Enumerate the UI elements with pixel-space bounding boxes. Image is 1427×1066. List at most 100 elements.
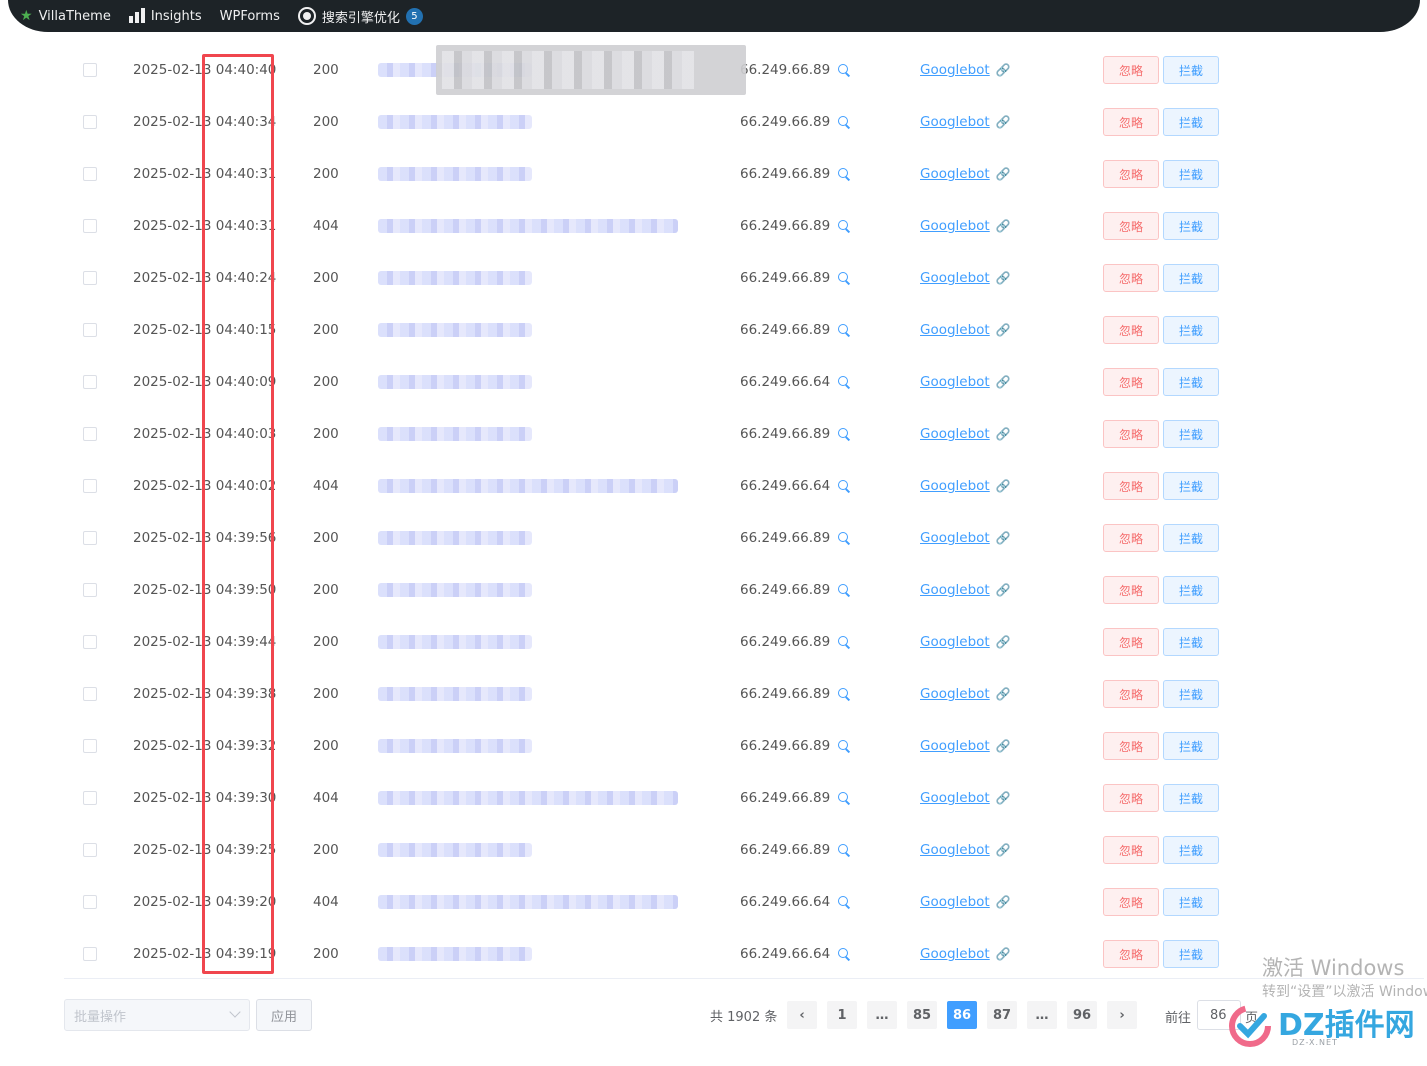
row-checkbox[interactable]	[83, 635, 97, 649]
search-icon[interactable]	[838, 584, 850, 596]
adminbar-wpforms[interactable]: WPForms	[220, 9, 280, 24]
page-button[interactable]: 1	[827, 1001, 857, 1029]
next-page-button[interactable]: ›	[1107, 1001, 1137, 1029]
external-link-icon[interactable]: 🔗	[996, 115, 1011, 129]
ignore-button[interactable]: 忽略	[1103, 264, 1159, 292]
ignore-button[interactable]: 忽略	[1103, 368, 1159, 396]
ignore-button[interactable]: 忽略	[1103, 472, 1159, 500]
page-ellipsis-next[interactable]: …	[1027, 1001, 1057, 1029]
block-button[interactable]: 拦截	[1163, 212, 1219, 240]
search-icon[interactable]	[838, 636, 850, 648]
row-bot-link[interactable]: Googlebot	[920, 634, 990, 650]
row-bot-link[interactable]: Googlebot	[920, 114, 990, 130]
ignore-button[interactable]: 忽略	[1103, 212, 1159, 240]
row-bot-link[interactable]: Googlebot	[920, 946, 990, 962]
apply-button[interactable]: 应用	[256, 999, 312, 1031]
ignore-button[interactable]: 忽略	[1103, 732, 1159, 760]
external-link-icon[interactable]: 🔗	[996, 427, 1011, 441]
row-checkbox[interactable]	[83, 63, 97, 77]
row-bot-link[interactable]: Googlebot	[920, 62, 990, 78]
external-link-icon[interactable]: 🔗	[996, 375, 1011, 389]
ignore-button[interactable]: 忽略	[1103, 420, 1159, 448]
block-button[interactable]: 拦截	[1163, 524, 1219, 552]
external-link-icon[interactable]: 🔗	[996, 791, 1011, 805]
row-checkbox[interactable]	[83, 739, 97, 753]
row-checkbox[interactable]	[83, 479, 97, 493]
block-button[interactable]: 拦截	[1163, 368, 1219, 396]
row-bot-link[interactable]: Googlebot	[920, 738, 990, 754]
row-checkbox[interactable]	[83, 271, 97, 285]
page-button[interactable]: 87	[987, 1001, 1017, 1029]
ignore-button[interactable]: 忽略	[1103, 836, 1159, 864]
block-button[interactable]: 拦截	[1163, 56, 1219, 84]
ignore-button[interactable]: 忽略	[1103, 316, 1159, 344]
ignore-button[interactable]: 忽略	[1103, 524, 1159, 552]
external-link-icon[interactable]: 🔗	[996, 583, 1011, 597]
ignore-button[interactable]: 忽略	[1103, 784, 1159, 812]
row-checkbox[interactable]	[83, 167, 97, 181]
row-bot-link[interactable]: Googlebot	[920, 166, 990, 182]
row-bot-link[interactable]: Googlebot	[920, 582, 990, 598]
search-icon[interactable]	[838, 324, 850, 336]
row-checkbox[interactable]	[83, 531, 97, 545]
ignore-button[interactable]: 忽略	[1103, 680, 1159, 708]
row-checkbox[interactable]	[83, 427, 97, 441]
row-bot-link[interactable]: Googlebot	[920, 686, 990, 702]
block-button[interactable]: 拦截	[1163, 732, 1219, 760]
adminbar-villatheme[interactable]: ★ VillaTheme	[20, 8, 111, 24]
page-button-current[interactable]: 86	[947, 1001, 977, 1029]
row-checkbox[interactable]	[83, 687, 97, 701]
ignore-button[interactable]: 忽略	[1103, 576, 1159, 604]
search-icon[interactable]	[838, 688, 850, 700]
row-bot-link[interactable]: Googlebot	[920, 530, 990, 546]
block-button[interactable]: 拦截	[1163, 888, 1219, 916]
row-checkbox[interactable]	[83, 219, 97, 233]
external-link-icon[interactable]: 🔗	[996, 323, 1011, 337]
row-bot-link[interactable]: Googlebot	[920, 894, 990, 910]
external-link-icon[interactable]: 🔗	[996, 635, 1011, 649]
external-link-icon[interactable]: 🔗	[996, 843, 1011, 857]
block-button[interactable]: 拦截	[1163, 836, 1219, 864]
row-bot-link[interactable]: Googlebot	[920, 322, 990, 338]
ignore-button[interactable]: 忽略	[1103, 628, 1159, 656]
row-checkbox[interactable]	[83, 583, 97, 597]
search-icon[interactable]	[838, 64, 850, 76]
ignore-button[interactable]: 忽略	[1103, 108, 1159, 136]
external-link-icon[interactable]: 🔗	[996, 271, 1011, 285]
search-icon[interactable]	[838, 220, 850, 232]
block-button[interactable]: 拦截	[1163, 576, 1219, 604]
block-button[interactable]: 拦截	[1163, 108, 1219, 136]
block-button[interactable]: 拦截	[1163, 316, 1219, 344]
row-bot-link[interactable]: Googlebot	[920, 790, 990, 806]
row-bot-link[interactable]: Googlebot	[920, 218, 990, 234]
external-link-icon[interactable]: 🔗	[996, 739, 1011, 753]
row-bot-link[interactable]: Googlebot	[920, 374, 990, 390]
external-link-icon[interactable]: 🔗	[996, 947, 1011, 961]
search-icon[interactable]	[838, 272, 850, 284]
row-checkbox[interactable]	[83, 323, 97, 337]
search-icon[interactable]	[838, 532, 850, 544]
block-button[interactable]: 拦截	[1163, 264, 1219, 292]
page-button[interactable]: 85	[907, 1001, 937, 1029]
external-link-icon[interactable]: 🔗	[996, 479, 1011, 493]
row-checkbox[interactable]	[83, 843, 97, 857]
row-bot-link[interactable]: Googlebot	[920, 426, 990, 442]
external-link-icon[interactable]: 🔗	[996, 531, 1011, 545]
row-bot-link[interactable]: Googlebot	[920, 842, 990, 858]
search-icon[interactable]	[838, 844, 850, 856]
row-bot-link[interactable]: Googlebot	[920, 270, 990, 286]
row-checkbox[interactable]	[83, 115, 97, 129]
ignore-button[interactable]: 忽略	[1103, 56, 1159, 84]
search-icon[interactable]	[838, 116, 850, 128]
block-button[interactable]: 拦截	[1163, 420, 1219, 448]
prev-page-button[interactable]: ‹	[787, 1001, 817, 1029]
row-checkbox[interactable]	[83, 375, 97, 389]
block-button[interactable]: 拦截	[1163, 680, 1219, 708]
search-icon[interactable]	[838, 480, 850, 492]
page-ellipsis-prev[interactable]: …	[867, 1001, 897, 1029]
search-icon[interactable]	[838, 792, 850, 804]
row-bot-link[interactable]: Googlebot	[920, 478, 990, 494]
row-checkbox[interactable]	[83, 791, 97, 805]
external-link-icon[interactable]: 🔗	[996, 63, 1011, 77]
external-link-icon[interactable]: 🔗	[996, 219, 1011, 233]
